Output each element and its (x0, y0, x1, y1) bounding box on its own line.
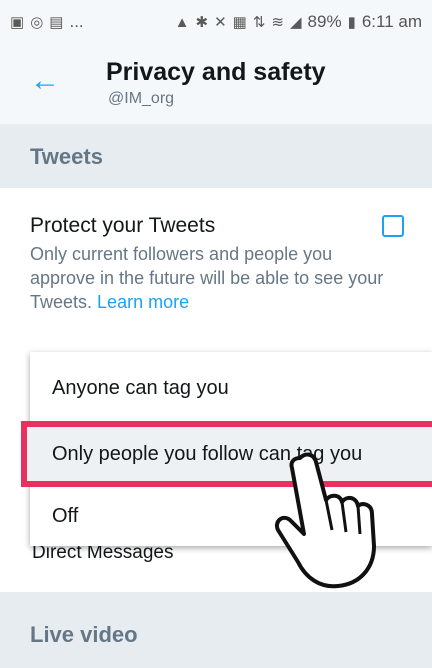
status-right: ▲ ✱ ✕ ▦ ⇅ ≋ ◢ 89% ▮ 6:11 am (175, 12, 422, 32)
menu-option-anyone[interactable]: Anyone can tag you (30, 362, 432, 414)
protect-tweets-checkbox[interactable] (382, 215, 404, 237)
learn-more-link[interactable]: Learn more (97, 292, 189, 312)
protect-tweets-row[interactable]: Protect your Tweets Only current followe… (0, 188, 432, 342)
lock-icon: ▲ (174, 13, 190, 31)
status-bar: ▣ ◎ ▤ ... ▲ ✱ ✕ ▦ ⇅ ≋ ◢ 89% ▮ 6:11 am (0, 0, 432, 44)
battery-icon: ▮ (347, 14, 356, 31)
page-title: Privacy and safety (106, 58, 326, 86)
lte-icon: ⇅ (252, 14, 266, 31)
bluetooth-icon: ✱ (195, 14, 209, 31)
section-label-live-video: Live video (30, 622, 138, 647)
whatsapp-notification-icon: ◎ (30, 14, 44, 31)
account-handle: @IM_org (108, 90, 175, 107)
wifi-icon: ≋ (271, 14, 284, 31)
hand-pointer-icon (275, 452, 376, 589)
status-left: ▣ ◎ ▤ ... (10, 12, 84, 32)
signal-icon: ◢ (289, 14, 302, 31)
clock: 6:11 am (361, 12, 422, 31)
gallery-notification-icon: ▤ (49, 14, 64, 31)
section-header-tweets: Tweets (0, 124, 432, 188)
protect-tweets-description: Only current followers and people you ap… (30, 242, 390, 314)
section-label-tweets: Tweets (30, 144, 103, 169)
more-notifications-text: ... (69, 12, 84, 31)
image-notification-icon: ▣ (10, 14, 25, 31)
protect-tweets-title: Protect your Tweets (30, 214, 216, 237)
protect-tweets-description-text: Only current followers and people you ap… (30, 244, 384, 312)
sim-icon: ▦ (232, 14, 247, 31)
battery-percent: 89% (307, 12, 342, 31)
section-header-live-video: Live video (0, 592, 432, 668)
app-header: ← Privacy and safety @IM_org (0, 44, 432, 124)
mute-icon: ✕ (214, 14, 227, 31)
arrow-left-icon[interactable]: ← (30, 66, 60, 96)
